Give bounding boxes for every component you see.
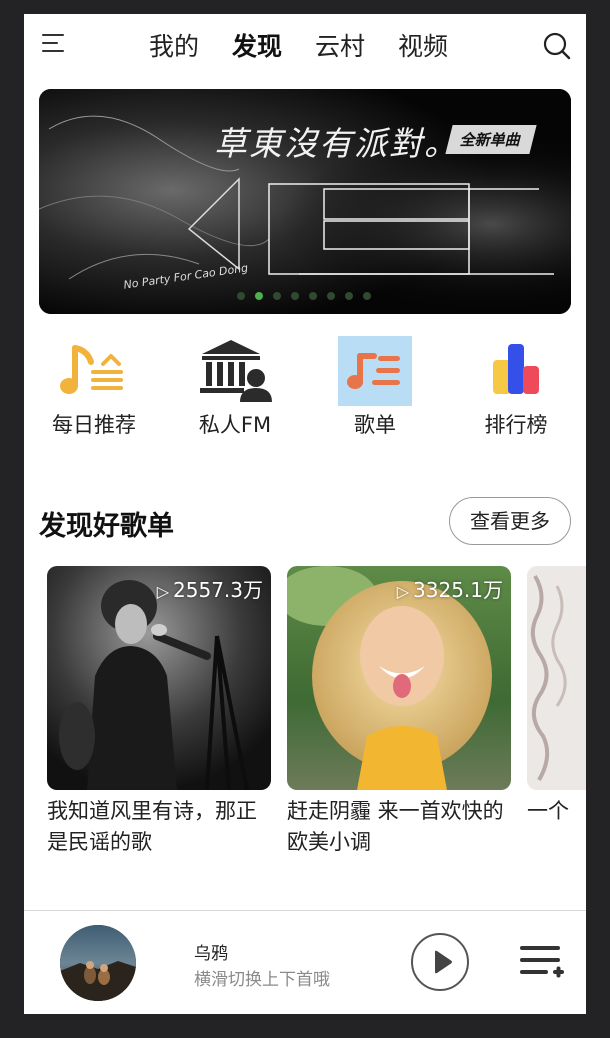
playlist-cover bbox=[527, 566, 586, 790]
playlist-cover: ▷ 3325.1万 bbox=[287, 566, 511, 790]
tab-discover[interactable]: 发现 bbox=[232, 30, 282, 64]
section-title: 发现好歌单 bbox=[39, 511, 174, 542]
playlist-cover: ▷ 2557.3万 bbox=[47, 566, 271, 790]
play-count-icon: ▷ bbox=[156, 582, 170, 601]
banner-pagination bbox=[237, 292, 381, 300]
entry-label: 歌单 bbox=[354, 413, 396, 437]
entry-daily-recommend[interactable]: 每日推荐 bbox=[39, 336, 149, 440]
playlist-queue-icon[interactable] bbox=[520, 944, 564, 980]
play-button[interactable] bbox=[411, 933, 469, 991]
banner-dot[interactable] bbox=[309, 292, 317, 300]
playlist-card[interactable]: ▷ 2557.3万 我知道风里有诗，那正是民谣的歌 bbox=[47, 566, 271, 858]
play-count-text: 2557.3万 bbox=[173, 578, 263, 602]
entry-rankings[interactable]: 排行榜 bbox=[461, 336, 571, 440]
top-bar: 我的 发现 云村 视频 bbox=[24, 14, 586, 84]
playlist-icon bbox=[338, 336, 412, 406]
play-count: ▷ 3325.1万 bbox=[397, 574, 503, 603]
tab-mine[interactable]: 我的 bbox=[149, 30, 199, 64]
play-icon bbox=[435, 950, 452, 974]
playlist-name: 一个 bbox=[527, 799, 569, 823]
search-icon[interactable] bbox=[542, 31, 572, 61]
personal-fm-icon bbox=[198, 336, 272, 406]
banner-dot[interactable] bbox=[273, 292, 281, 300]
song-title: 乌鸦 bbox=[194, 944, 228, 964]
album-art[interactable] bbox=[60, 925, 136, 1001]
banner-dot[interactable] bbox=[345, 292, 353, 300]
playlist-card[interactable]: ▷ 3325.1万 赶走阴霾 来一首欢快的欧美小调 bbox=[287, 566, 511, 858]
hero-banner[interactable]: 草東沒有派對。 全新单曲 No Party For Cao Dong bbox=[39, 89, 571, 314]
chart-icon bbox=[479, 336, 553, 406]
view-more-button[interactable]: 查看更多 bbox=[449, 497, 571, 545]
top-tabs: 我的 发现 云村 视频 bbox=[149, 30, 481, 64]
banner-title: 草東沒有派對。 bbox=[214, 124, 459, 163]
entry-label: 排行榜 bbox=[484, 413, 548, 437]
entry-personal-fm[interactable]: 私人FM bbox=[180, 336, 290, 440]
app-screen: 我的 发现 云村 视频 草東沒有派對。 全新单曲 No Party For Ca… bbox=[24, 14, 586, 1014]
swipe-hint: 横滑切换上下首哦 bbox=[194, 970, 330, 990]
banner-dot[interactable] bbox=[291, 292, 299, 300]
banner-dot[interactable] bbox=[237, 292, 245, 300]
tab-video[interactable]: 视频 bbox=[398, 30, 448, 64]
entry-label: 私人FM bbox=[198, 413, 272, 437]
tab-cloud-village[interactable]: 云村 bbox=[315, 30, 365, 64]
mini-player[interactable]: 乌鸦 横滑切换上下首哦 bbox=[24, 910, 586, 1014]
playlist-name: 我知道风里有诗，那正是民谣的歌 bbox=[47, 799, 257, 854]
banner-dot[interactable] bbox=[363, 292, 371, 300]
entry-playlist[interactable]: 歌单 bbox=[320, 336, 430, 440]
cover-image bbox=[527, 566, 586, 790]
playlist-card[interactable]: 一个 bbox=[527, 566, 586, 827]
playlist-name: 赶走阴霾 来一首欢快的欧美小调 bbox=[287, 799, 504, 854]
new-single-tag: 全新单曲 bbox=[445, 125, 537, 154]
play-count-icon: ▷ bbox=[396, 582, 410, 601]
daily-music-icon bbox=[57, 336, 131, 406]
banner-dot[interactable] bbox=[327, 292, 335, 300]
hamburger-icon[interactable] bbox=[42, 34, 66, 54]
play-count: ▷ 2557.3万 bbox=[157, 574, 263, 603]
play-count-text: 3325.1万 bbox=[413, 578, 503, 602]
banner-dot-active[interactable] bbox=[255, 292, 263, 300]
entry-label: 每日推荐 bbox=[52, 413, 136, 437]
